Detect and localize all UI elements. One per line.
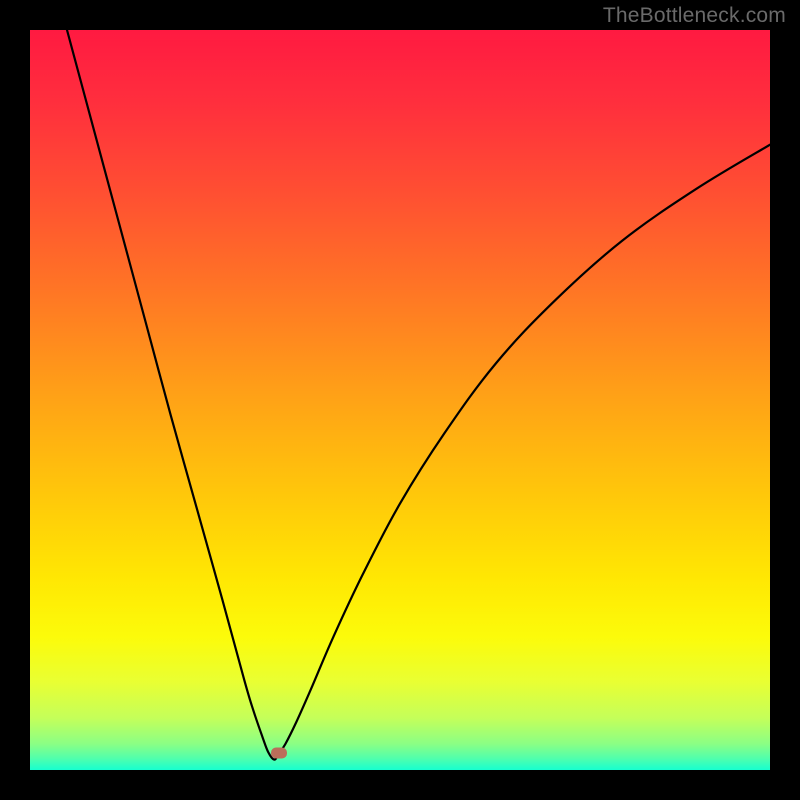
chart-frame: TheBottleneck.com	[0, 0, 800, 800]
optimal-point-marker	[271, 747, 287, 758]
bottleneck-curve	[30, 30, 770, 770]
watermark-text: TheBottleneck.com	[603, 4, 786, 28]
plot-area	[30, 30, 770, 770]
